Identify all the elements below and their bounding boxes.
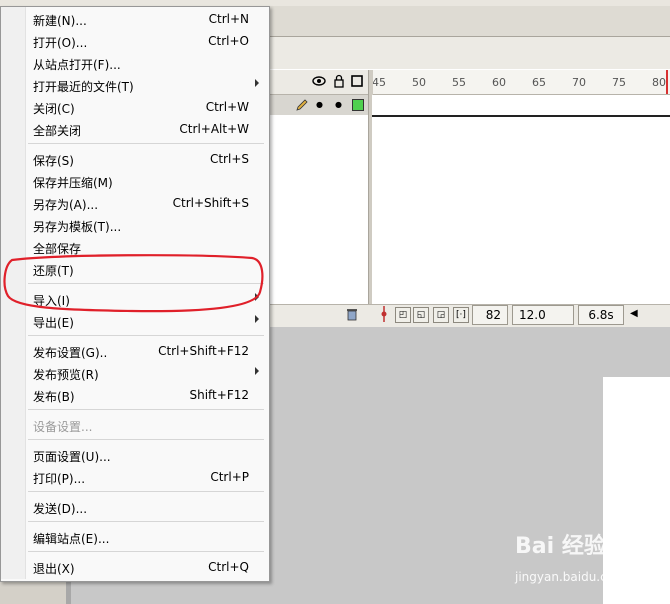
menu-item-shortcut: Ctrl+P [210, 470, 249, 484]
ruler-label: 65 [532, 76, 546, 89]
menu-item-open-recent[interactable]: 打开最近的文件(T) [1, 74, 267, 96]
menu-item-shortcut: Ctrl+Shift+F12 [158, 344, 249, 358]
playhead[interactable] [666, 70, 668, 94]
menu-item-label: 关闭(C) [33, 102, 75, 116]
document-tab-strip [268, 6, 670, 37]
ruler-label: 50 [412, 76, 426, 89]
watermark-logo-text: Bai 经验 [515, 534, 606, 559]
menu-item-label: 发布预览(R) [33, 368, 99, 382]
menu-item-save[interactable]: 保存(S) Ctrl+S [1, 148, 267, 170]
watermark-logo: Bai 经验 [515, 528, 635, 568]
elapsed-time: 6.8s [578, 305, 624, 325]
menu-separator [28, 335, 264, 336]
annotation-circle [3, 254, 264, 313]
menu-item-label: 导出(E) [33, 316, 74, 330]
ruler-label: 55 [452, 76, 466, 89]
layer-row[interactable]: ● ● [268, 95, 368, 115]
menu-item-label: 全部关闭 [33, 124, 82, 138]
menu-item-open[interactable]: 打开(O)... Ctrl+O [1, 30, 267, 52]
menu-item-publish-settings[interactable]: 发布设置(G).. Ctrl+Shift+F12 [1, 340, 267, 362]
ruler-label: 80 [652, 76, 666, 89]
watermark-url: jingyan.baidu.com [515, 570, 626, 584]
frame-row[interactable] [372, 95, 670, 117]
menu-item-save-as-template[interactable]: 另存为模板(T)... [1, 214, 267, 236]
frame-area[interactable] [372, 95, 670, 304]
edit-multiple-frames-icon[interactable]: ◲ [433, 307, 449, 323]
menu-separator [28, 551, 264, 552]
visibility-dot-icon[interactable]: ● [316, 100, 323, 109]
menu-item-label: 保存(S) [33, 154, 74, 168]
menu-item-shortcut: Ctrl+Alt+W [179, 122, 249, 136]
scroll-left-arrow-icon[interactable]: ◀ [630, 308, 638, 319]
menu-item-send[interactable]: 发送(D)... [1, 496, 267, 518]
menu-item-label: 打印(P)... [33, 472, 86, 486]
submenu-arrow-icon [255, 367, 259, 375]
layer-color-swatch[interactable] [352, 99, 364, 111]
menu-item-label: 发送(D)... [33, 502, 88, 516]
pencil-icon [295, 98, 309, 115]
center-frame-icon[interactable] [378, 306, 390, 322]
menu-item-label: 保存并压缩(M) [33, 176, 113, 190]
menu-item-label: 编辑站点(E)... [33, 532, 110, 546]
edit-bar [268, 37, 670, 69]
menu-item-label: 发布设置(G).. [33, 346, 108, 360]
modify-markers-icon[interactable]: [·] [453, 307, 469, 323]
menu-item-shortcut: Ctrl+O [208, 34, 249, 48]
menu-item-print[interactable]: 打印(P)... Ctrl+P [1, 466, 267, 488]
menu-item-save-and-compact[interactable]: 保存并压缩(M) [1, 170, 267, 192]
lock-dot-icon[interactable]: ● [335, 100, 342, 109]
ruler-label: 70 [572, 76, 586, 89]
menu-item-shortcut: Ctrl+W [205, 100, 249, 114]
menu-item-close-all[interactable]: 全部关闭 Ctrl+Alt+W [1, 118, 267, 140]
menu-separator [28, 439, 264, 440]
menu-item-page-setup[interactable]: 页面设置(U)... [1, 444, 267, 466]
menu-item-label: 设备设置... [33, 420, 93, 434]
outline-square-icon[interactable] [350, 74, 364, 88]
menu-item-label: 从站点打开(F)... [33, 58, 121, 72]
eye-icon[interactable] [312, 74, 326, 88]
ruler-label: 60 [492, 76, 506, 89]
menu-item-exit[interactable]: 退出(X) Ctrl+Q [1, 556, 267, 578]
onion-skin-icon[interactable]: ◰ [395, 307, 411, 323]
menu-item-shortcut: Ctrl+S [209, 152, 249, 166]
layer-list [268, 116, 368, 304]
menu-item-label: 新建(N)... [33, 14, 87, 28]
menu-item-publish-preview[interactable]: 发布预览(R) [1, 362, 267, 384]
menu-item-label: 另存为模板(T)... [33, 220, 122, 234]
submenu-arrow-icon [255, 79, 259, 87]
menu-separator [28, 491, 264, 492]
menu-item-label: 发布(B) [33, 390, 75, 404]
menu-item-label: 打开最近的文件(T) [33, 80, 134, 94]
menu-item-close[interactable]: 关闭(C) Ctrl+W [1, 96, 267, 118]
submenu-arrow-icon [255, 315, 259, 323]
menu-item-save-as[interactable]: 另存为(A)... Ctrl+Shift+S [1, 192, 267, 214]
onion-outline-icon[interactable]: ◱ [413, 307, 429, 323]
ruler-label: 45 [372, 76, 386, 89]
menu-separator [28, 143, 264, 144]
menu-item-new[interactable]: 新建(N)... Ctrl+N [1, 8, 267, 30]
menu-item-label: 退出(X) [33, 562, 75, 576]
menu-item-label: 打开(O)... [33, 36, 88, 50]
menu-item-publish[interactable]: 发布(B) Shift+F12 [1, 384, 267, 406]
menu-separator [28, 521, 264, 522]
current-frame: 82 [472, 305, 508, 325]
menu-item-edit-sites[interactable]: 编辑站点(E)... [1, 526, 267, 548]
menu-item-shortcut: Ctrl+Shift+S [172, 196, 249, 210]
lock-icon[interactable] [332, 74, 346, 88]
menu-item-device-settings: 设备设置... [1, 414, 267, 436]
menu-item-shortcut: Ctrl+N [208, 12, 249, 26]
frame-rate[interactable]: 12.0 fps [512, 305, 574, 340]
menu-separator [28, 409, 264, 410]
menu-item-open-from-site[interactable]: 从站点打开(F)... [1, 52, 267, 74]
menu-item-label: 页面设置(U)... [33, 450, 111, 464]
menu-item-shortcut: Shift+F12 [189, 388, 249, 402]
ruler-label: 75 [612, 76, 626, 89]
frame-ruler: 45 50 55 60 65 70 75 80 [369, 70, 670, 95]
trash-icon[interactable] [345, 306, 359, 324]
menu-item-label: 另存为(A)... [33, 198, 99, 212]
menu-item-shortcut: Ctrl+Q [208, 560, 249, 574]
